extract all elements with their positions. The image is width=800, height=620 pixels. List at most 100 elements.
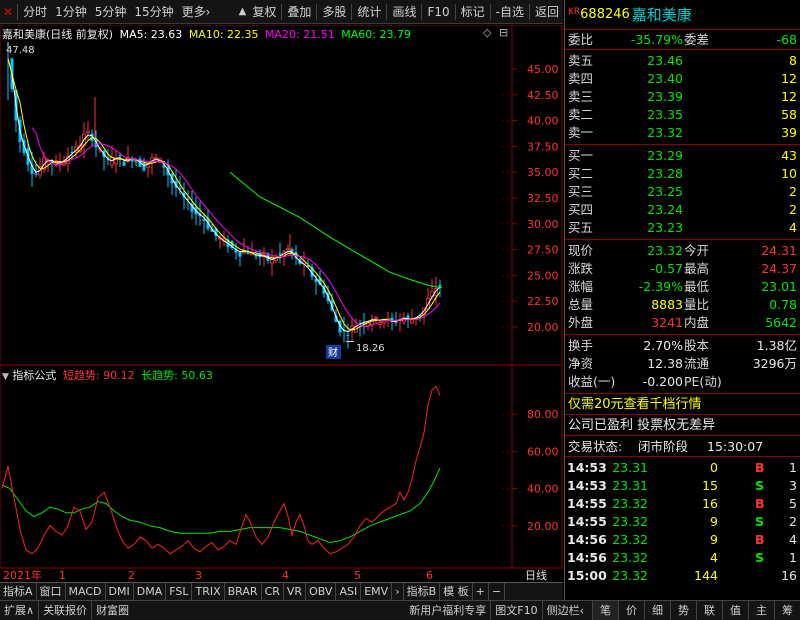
stat-label: PE(动) (684, 374, 722, 389)
stat-value: 12.38 (647, 356, 683, 371)
tick-side-flag: B (755, 496, 765, 511)
bid-price: 23.24 (647, 202, 683, 217)
candle-body-up (114, 159, 118, 165)
tab-indicator-b[interactable]: 指标B (404, 582, 441, 601)
tick-side-flag: S (755, 514, 765, 529)
tick-time: 15:00 (567, 568, 607, 583)
ytick-label: 30.00 (527, 218, 559, 231)
tab-add-icon[interactable]: + (473, 582, 489, 601)
stat-value: 3296万 (752, 356, 797, 371)
bid-row[interactable]: 买五 23.23 4 (565, 219, 800, 237)
toolbar-huaxian[interactable]: 画线 (388, 0, 420, 24)
tab-dma[interactable]: DMA (134, 582, 167, 601)
toolbar-zixuan[interactable]: -自选 (492, 0, 528, 24)
tab-indicator-a[interactable]: 指标A (0, 582, 37, 601)
bid-level-label: 买五 (568, 220, 594, 235)
bid-row[interactable]: 买三 23.25 2 (565, 183, 800, 201)
toolbar-1min[interactable]: 1分钟 (51, 0, 91, 24)
tab-window[interactable]: 窗口 (37, 582, 66, 601)
candle-body-down (238, 252, 242, 257)
side-tab-price[interactable]: 价 (618, 600, 644, 620)
date-label-1: 1 (59, 569, 66, 582)
tab-dmi[interactable]: DMI (106, 582, 134, 601)
tick-count: 1 (789, 460, 797, 475)
bid-row[interactable]: 买一 23.29 43 (565, 147, 800, 165)
bid-book: 买一 23.29 43 买二 23.28 10 买三 23.25 2 买四 23.24 2 买五 23.2… (565, 145, 800, 240)
toolbar-biaoji[interactable]: 标记 (457, 0, 489, 24)
tab-fsl[interactable]: FSL (166, 582, 193, 601)
toolbar-more[interactable]: 更多› (178, 0, 215, 24)
stat-row: 总量 8883 量比 0.78 (565, 296, 800, 314)
toolbar-back[interactable]: 返回 (531, 0, 563, 24)
bid-price: 23.28 (647, 166, 683, 181)
kline-yaxis: 45.00 42.50 40.00 37.50 35.00 32.50 30.00 27.50… (512, 63, 559, 334)
ask-row[interactable]: 卖四 23.40 12 (565, 70, 800, 88)
toolbar-fenshi[interactable]: 分时 (19, 0, 51, 24)
indicator-svg: 80.00 60.00 40.00 20.00 (0, 365, 563, 568)
close-icon[interactable]: ✕ (0, 5, 16, 19)
ask-row[interactable]: 卖五 23.46 8 (565, 52, 800, 70)
stat-label: 量比 (684, 297, 710, 312)
tab-remove-icon[interactable]: − (489, 582, 506, 601)
ask-row[interactable]: 卖三 23.39 12 (565, 88, 800, 106)
tab-scroll-right-icon[interactable]: › (392, 582, 404, 601)
side-tab-linked[interactable]: 联 (696, 600, 722, 620)
bid-row[interactable]: 买四 23.24 2 (565, 201, 800, 219)
weibi-label: 委比 (568, 32, 594, 47)
tab-emv[interactable]: EMV (361, 582, 393, 601)
kline-chart-panel[interactable]: 嘉和美康(日线 前复权) MA5: 23.63 MA10: 22.35 MA20… (0, 25, 563, 365)
tick-row: 14:55 23.32 16 B 5 (565, 495, 800, 513)
toolbar-tongji[interactable]: 统计 (353, 0, 385, 24)
status-expand[interactable]: 扩展∧ (0, 601, 38, 620)
side-tab-main[interactable]: 主 (748, 600, 774, 620)
toolbar-f10[interactable]: F10 (423, 0, 453, 24)
promo-text[interactable]: 仅需20元查看千档行情 (568, 394, 702, 415)
ask-row[interactable]: 卖一 23.32 39 (565, 124, 800, 142)
lock-icon[interactable]: ▲ (237, 6, 249, 17)
stat-row: 涨跌 -0.57 最高 24.37 (565, 260, 800, 278)
toolbar-15min[interactable]: 15分钟 (130, 0, 177, 24)
tab-brar[interactable]: BRAR (225, 582, 262, 601)
stat-value: 24.37 (761, 261, 797, 276)
tab-macd[interactable]: MACD (66, 582, 106, 601)
tab-trix[interactable]: TRIX (192, 582, 225, 601)
side-tab-trend[interactable]: 势 (670, 600, 696, 620)
stat-value: 23.32 (647, 243, 683, 258)
ytick-label: 40.00 (527, 115, 559, 128)
status-new-user-benefit[interactable]: 新用户福利专享 (405, 601, 490, 620)
indicator-chart-panel[interactable]: ▼ 指标公式 短趋势: 90.12 长趋势: 50.63 80.00 60.00 4… (0, 365, 563, 568)
bid-row[interactable]: 买二 23.28 10 (565, 165, 800, 183)
date-label-6: 6 (426, 569, 433, 582)
ask-price: 23.46 (647, 53, 683, 68)
tick-count: 16 (781, 568, 797, 583)
status-wealth-circle[interactable]: 财富圈 (91, 600, 133, 620)
candle-body-down (406, 315, 410, 319)
stat-label: 股本 (684, 338, 710, 353)
stat-label: 收益(一) (568, 374, 616, 389)
toolbar-fuquan[interactable]: 复权 (248, 0, 280, 24)
toolbar-5min[interactable]: 5分钟 (91, 0, 131, 24)
stat-value: 1.38亿 (756, 338, 797, 353)
side-tab-trades[interactable]: 笔 (592, 600, 618, 620)
promo-row[interactable]: 仅需20元查看千档行情 (565, 394, 800, 415)
ytick-label: 45.00 (527, 63, 559, 76)
tab-template[interactable]: 模 板 (440, 582, 473, 601)
side-tab-value[interactable]: 值 (722, 600, 748, 620)
toolbar-diejia[interactable]: 叠加 (283, 0, 315, 24)
tab-vr[interactable]: VR (284, 582, 307, 601)
status-f10[interactable]: 图文F10 (490, 600, 541, 620)
tab-cr[interactable]: CR (262, 582, 284, 601)
tab-asi[interactable]: ASI (336, 582, 362, 601)
side-tab-chips[interactable]: 筹 (774, 600, 800, 620)
ask-level-label: 卖三 (568, 89, 594, 104)
stat-label: 外盘 (568, 315, 594, 330)
status-related-quotes[interactable]: 关联报价 (38, 600, 91, 620)
tick-side-flag: S (755, 550, 765, 565)
side-tab-detail[interactable]: 细 (644, 600, 670, 620)
status-sidebar[interactable]: 侧边栏‹ (541, 600, 588, 620)
stat-label: 总量 (568, 297, 594, 312)
tick-price: 23.32 (612, 496, 648, 511)
ask-row[interactable]: 卖二 23.35 58 (565, 106, 800, 124)
toolbar-duogu[interactable]: 多股 (318, 0, 350, 24)
tab-obv[interactable]: OBV (306, 582, 337, 601)
